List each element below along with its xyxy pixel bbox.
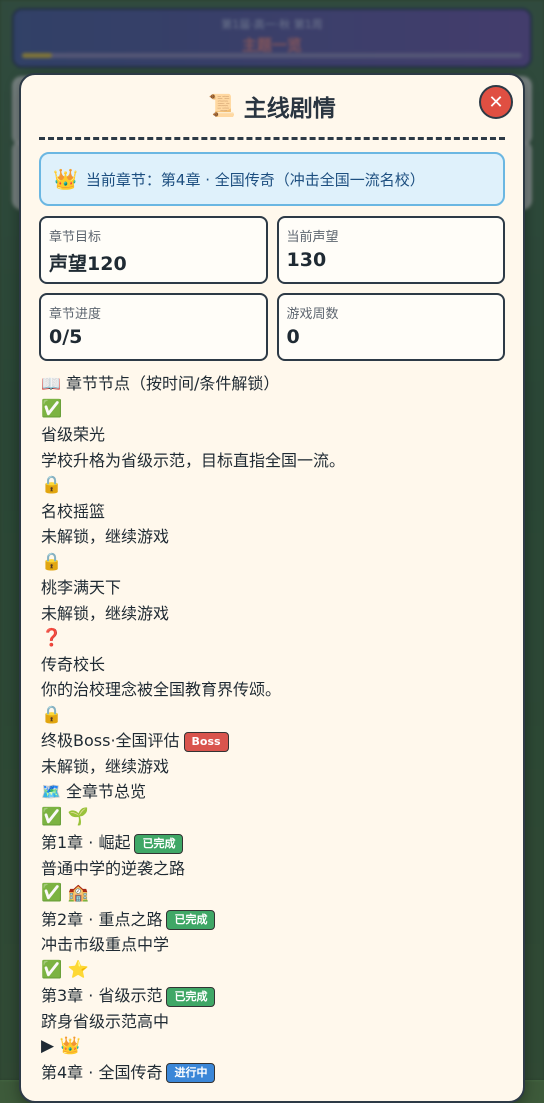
chapter-name-row: 第1章 · 崛起 已完成 <box>41 830 505 856</box>
lock-icon: 🔒 <box>41 475 63 495</box>
scroll-icon: 📜 <box>208 93 236 119</box>
node-status-icon: ✅ <box>41 398 63 419</box>
chapter-desc: 跻身省级示范高中 <box>41 1011 170 1031</box>
stat-value: 0/5 <box>49 326 83 348</box>
modal-title: 📜 主线剧情 <box>208 89 335 123</box>
stat-label: 游戏周数 <box>286 307 339 322</box>
chapter-name-row: 第2章 · 重点之路 已完成 <box>41 907 505 933</box>
overview-section-header: 🗺️ 全章节总览 <box>41 782 147 801</box>
boss-badge: Boss <box>183 731 229 752</box>
completed-badge: 已完成 <box>166 910 216 930</box>
chapter-name-row: 第3章 · 省级示范 已完成 <box>41 983 505 1009</box>
chapter-overview-item: ✅ 🌱 第1章 · 崛起 已完成 普通中学的逆袭之路 <box>41 805 505 882</box>
node-name: 省级荣光 <box>41 425 106 444</box>
chapter-node: ❓ 传奇校长 你的治校理念被全国教育界传颂。 <box>41 626 505 703</box>
chapter-name: 第1章 · 崛起 <box>41 833 131 852</box>
modal-title-text: 主线剧情 <box>243 96 336 122</box>
stat-chapter-goal: 章节目标 声望120 <box>39 216 268 284</box>
completed-badge: 已完成 <box>134 833 184 854</box>
chapter-name: 第3章 · 省级示范 <box>41 986 163 1005</box>
node-name: 名校摇篮 <box>41 501 106 521</box>
node-name: 桃李满天下 <box>41 578 122 597</box>
chapter-status-icons: ✅ 🏫 <box>41 883 89 903</box>
node-desc: 未解锁，继续游戏 <box>41 756 170 776</box>
current-chapter-text: 当前章节：第4章 · 全国传奇（冲击全国一流名校） <box>85 170 425 189</box>
chapter-desc: 冲击市级重点中学 <box>41 935 170 954</box>
story-content: 📖 章节节点（按时间/条件解锁） ✅ 省级荣光 学校升格为省级示范，目标直指全国… <box>41 371 505 1085</box>
chapter-desc: 普通中学的逆袭之路 <box>41 858 186 878</box>
chapter-status-icons: ▶ 👑 <box>41 1036 81 1056</box>
chapter-status-icons: ✅ 🌱 <box>41 806 89 827</box>
main-story-modal: 📜 主线剧情 ✕ 👑 当前章节：第4章 · 全国传奇（冲击全国一流名校） 章节目… <box>19 73 525 1103</box>
chapter-overview-item: ✅ ⭐ 第3章 · 省级示范 已完成 跻身省级示范高中 <box>41 958 505 1035</box>
completed-badge: 已完成 <box>166 986 216 1007</box>
close-button[interactable]: ✕ <box>479 85 513 119</box>
lock-icon: 🔒 <box>41 704 63 725</box>
chapter-status-icons: ✅ ⭐ <box>41 959 89 980</box>
node-desc: 未解锁，继续游戏 <box>41 603 170 623</box>
crown-icon: 👑 <box>53 167 78 191</box>
chapter-name: 第4章 · 全国传奇 <box>41 1062 163 1082</box>
stat-value: 130 <box>286 249 327 271</box>
lock-icon: 🔒 <box>41 551 63 572</box>
stat-current-reputation: 当前声望 130 <box>276 216 505 284</box>
stats-grid: 章节目标 声望120 当前声望 130 章节进度 0/5 游戏周数 0 <box>39 216 505 361</box>
chapter-node: 🔒 名校摇篮 未解锁，继续游戏 <box>41 473 505 550</box>
stat-chapter-progress: 章节进度 0/5 <box>39 293 268 361</box>
chapter-node: 🔒 桃李满天下 未解锁，继续游戏 <box>41 550 505 627</box>
chapter-overview-item: ▶ 👑 第4章 · 全国传奇 进行中 <box>41 1034 505 1085</box>
stat-value: 声望120 <box>49 253 127 275</box>
chapter-node: 🔒 终极Boss·全国评估 Boss 未解锁，继续游戏 <box>41 703 505 780</box>
stat-value: 0 <box>286 326 300 348</box>
stat-label: 当前声望 <box>286 230 339 245</box>
chapter-name: 第2章 · 重点之路 <box>41 909 163 929</box>
node-desc: 你的治校理念被全国教育界传颂。 <box>41 680 282 699</box>
close-icon: ✕ <box>488 91 504 113</box>
stat-game-weeks: 游戏周数 0 <box>276 293 505 361</box>
node-name: 传奇校长 <box>41 654 106 674</box>
node-desc: 未解锁，继续游戏 <box>41 527 170 546</box>
current-chapter-banner: 👑 当前章节：第4章 · 全国传奇（冲击全国一流名校） <box>39 152 505 206</box>
modal-header: 📜 主线剧情 ✕ <box>39 75 513 140</box>
node-name: 终极Boss·全国评估 <box>41 731 180 750</box>
in-progress-badge: 进行中 <box>166 1063 216 1083</box>
chapter-overview-item: ✅ 🏫 第2章 · 重点之路 已完成 冲击市级重点中学 <box>41 881 505 958</box>
chapter-name-row: 第4章 · 全国传奇 进行中 <box>41 1060 505 1086</box>
nodes-section-header: 📖 章节节点（按时间/条件解锁） <box>41 374 280 393</box>
chapter-node: ✅ 省级荣光 学校升格为省级示范，目标直指全国一流。 <box>41 397 505 474</box>
stat-label: 章节目标 <box>49 230 102 245</box>
node-name-row: 终极Boss·全国评估 Boss <box>41 728 505 754</box>
node-desc: 学校升格为省级示范，目标直指全国一流。 <box>41 450 346 470</box>
stat-label: 章节进度 <box>49 307 102 322</box>
question-icon: ❓ <box>41 628 63 648</box>
